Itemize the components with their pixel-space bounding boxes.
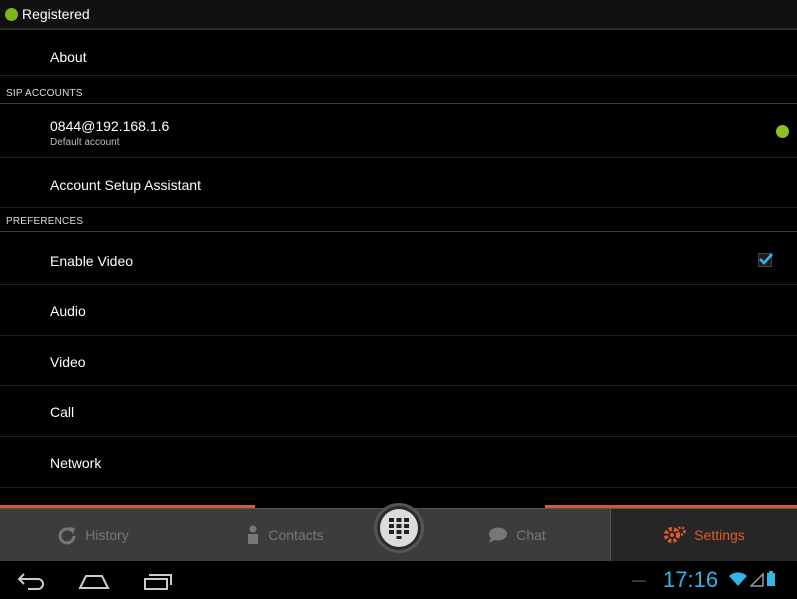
settings-list[interactable]: About SIP ACCOUNTS 0844@192.168.1.6 Defa… [0,30,797,505]
wifi-icon [729,572,747,586]
speech-bubble-icon [488,526,508,544]
system-status-icons [728,571,776,587]
sip-accounts-header-text: SIP ACCOUNTS [6,88,83,99]
audio-item[interactable]: Audio [0,285,797,336]
checkmark-icon [759,253,773,265]
account-setup-assistant-item[interactable]: Account Setup Assistant [0,158,797,208]
enable-video-item[interactable]: Enable Video [0,234,797,285]
tab-settings-label: Settings [694,527,745,543]
sip-account-subtitle: Default account [50,137,120,148]
preferences-header-text: PREFERENCES [6,216,84,227]
signal-icon [750,572,764,587]
enable-video-checkbox[interactable] [758,253,773,267]
dialpad-icon [380,509,418,547]
tab-chat[interactable]: Chat [424,509,610,561]
system-clock: 17:16 [663,567,719,592]
about-item[interactable]: About [0,30,797,76]
gears-icon [664,525,686,545]
network-label: Network [50,455,102,471]
tab-contacts-label: Contacts [268,527,324,543]
enable-video-label: Enable Video [50,253,134,269]
account-status-icon [776,125,789,138]
audio-label: Audio [50,303,86,319]
tab-contacts[interactable]: Contacts [190,509,380,561]
account-setup-assistant-label: Account Setup Assistant [50,177,201,193]
home-icon[interactable] [78,569,110,596]
system-navigation-bar: 17:16 [0,561,797,599]
registration-status-text: Registered [22,6,90,22]
tab-history[interactable]: History [0,509,186,561]
refresh-icon [57,525,77,545]
back-icon[interactable] [16,569,46,596]
tab-settings[interactable]: Settings [610,509,797,561]
status-divider [632,580,646,582]
video-label: Video [50,354,86,370]
network-item[interactable]: Network [0,437,797,488]
sip-account-item[interactable]: 0844@192.168.1.6 Default account [0,106,797,158]
dialpad-button[interactable] [374,503,424,553]
call-item[interactable]: Call [0,386,797,437]
video-item[interactable]: Video [0,336,797,386]
sip-accounts-header: SIP ACCOUNTS [0,84,797,104]
about-label: About [50,49,87,65]
tab-chat-label: Chat [516,527,546,543]
person-icon [246,525,260,545]
call-label: Call [50,404,75,420]
battery-icon [767,571,775,586]
registration-status-bar: Registered [0,0,797,30]
registered-status-icon [5,7,18,21]
preferences-header: PREFERENCES [0,212,797,232]
recent-apps-icon[interactable] [142,569,172,596]
sip-account-title: 0844@192.168.1.6 [50,118,170,134]
tab-history-label: History [85,527,129,543]
